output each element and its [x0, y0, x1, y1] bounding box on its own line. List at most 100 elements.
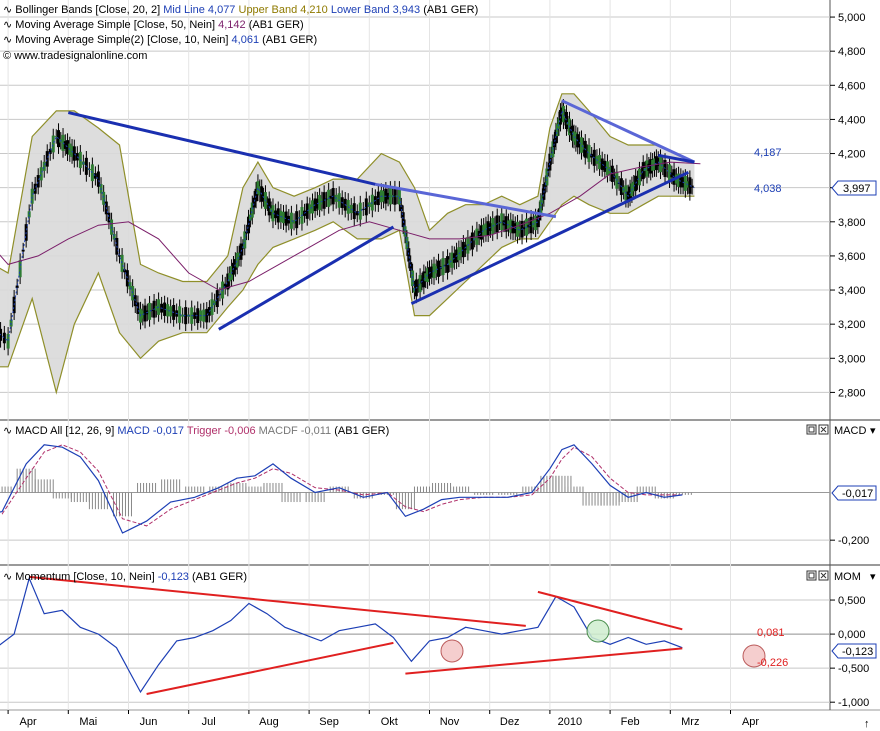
- candle-body: [352, 203, 356, 220]
- candle-body: [367, 202, 371, 208]
- macd-legend-suffix: (AB1 GER): [334, 425, 389, 437]
- chevron-down-icon[interactable]: ▾: [870, 425, 876, 437]
- candle-body: [215, 290, 219, 308]
- candle-body: [42, 161, 46, 171]
- price-upper-annotation: 4,187: [754, 147, 782, 159]
- y-tick-label: 2,800: [838, 387, 866, 399]
- macd-series: [0, 444, 830, 534]
- legend-icon: ∿: [3, 19, 12, 31]
- candle-body: [90, 164, 94, 182]
- x-tick-label: 2010: [558, 716, 582, 728]
- y-tick-label: -0,200: [838, 535, 869, 547]
- mom-maximize-button[interactable]: [806, 570, 817, 581]
- candle-body: [310, 200, 314, 214]
- y-tick-label: 3,400: [838, 285, 866, 297]
- bb-legend-suffix: (AB1 GER): [423, 4, 478, 16]
- bb-legend-mid: Mid Line 4,077: [163, 4, 235, 16]
- chevron-down-icon[interactable]: ▾: [870, 571, 876, 583]
- candle-body: [125, 270, 129, 287]
- copyright-text: © www.tradesignalonline.com: [3, 50, 147, 62]
- bb-legend-upper: Upper Band 4,210: [239, 4, 328, 16]
- candle-body: [349, 204, 353, 214]
- legend-icon: ∿: [3, 34, 12, 46]
- bb-legend: ∿ Bollinger Bands [Close, 20, 2] Mid Lin…: [3, 4, 478, 16]
- sma10-legend-prefix: Moving Average Simple(2) [Close, 10, Nei…: [15, 34, 228, 46]
- candle-body: [51, 135, 55, 153]
- bb-legend-lower: Lower Band 3,943: [331, 4, 420, 16]
- y-tick-label: 3,000: [838, 353, 866, 365]
- macd-axis-title[interactable]: MACD: [834, 425, 866, 437]
- candle-body: [131, 286, 135, 301]
- y-tick-label: 3,800: [838, 217, 866, 229]
- candle-body: [295, 211, 299, 229]
- macd-close-button[interactable]: [818, 424, 829, 435]
- candle-body: [470, 232, 474, 250]
- y-tick-label: 5,000: [838, 12, 866, 24]
- legend-icon: ∿: [3, 425, 12, 437]
- sma50-legend-prefix: Moving Average Simple [Close, 50, Nein]: [15, 19, 215, 31]
- candle-body: [120, 254, 124, 272]
- macd-legend-prefix: MACD All [12, 26, 9]: [15, 425, 114, 437]
- sma50-legend: ∿ Moving Average Simple [Close, 50, Nein…: [3, 19, 304, 31]
- macd-value-tag: -0,017: [831, 485, 877, 501]
- sma10-legend-suffix: (AB1 GER): [262, 34, 317, 46]
- momentum-marker-circle: [440, 639, 464, 663]
- candle-body: [600, 158, 604, 170]
- x-tick-label: Okt: [381, 716, 398, 728]
- candle-body: [358, 202, 362, 220]
- y-tick-label: 0,000: [838, 629, 866, 641]
- x-tick-label: Apr: [20, 716, 37, 728]
- mom-lower-annotation: -0,226: [757, 657, 788, 669]
- candle-body: [409, 262, 413, 271]
- y-tick-label: 4,200: [838, 149, 866, 161]
- x-tick-label: Feb: [621, 716, 640, 728]
- candle-body: [2, 332, 6, 344]
- candle-body: [305, 203, 309, 219]
- candle-body: [45, 151, 49, 167]
- legend-icon: ∿: [3, 4, 12, 16]
- candle-body: [205, 308, 209, 323]
- candle-body: [405, 236, 409, 250]
- macd-legend-macdf: MACDF -0,011: [259, 425, 332, 437]
- x-tick-label: Dez: [500, 716, 520, 728]
- macd-legend-trigger: Trigger -0,006: [187, 425, 256, 437]
- momentum-marker-circle: [586, 619, 610, 643]
- sma10-legend-value: 4,061: [232, 34, 260, 46]
- y-tick-label: -1,000: [838, 697, 869, 709]
- mom-legend-value: -0,123: [158, 571, 189, 583]
- mom-value-tag: -0,123: [831, 643, 877, 659]
- candle-body: [418, 275, 422, 293]
- chart-canvas: 5,0004,8004,6004,4004,2004,0003,8003,600…: [0, 0, 880, 730]
- macd-legend-macd: MACD -0,017: [117, 425, 184, 437]
- x-tick-label: Aug: [259, 716, 279, 728]
- y-tick-label: 3,600: [838, 251, 866, 263]
- y-tick-label: 0,500: [838, 595, 866, 607]
- y-tick-label: 4,400: [838, 114, 866, 126]
- macd-maximize-button[interactable]: [806, 424, 817, 435]
- sma50-legend-value: 4,142: [218, 19, 246, 31]
- x-tick-label: Apr: [742, 716, 759, 728]
- price-value-tag-text: 3,997: [843, 183, 871, 195]
- price-lower-annotation: 4,038: [754, 183, 782, 195]
- macd-trigger-line: [0, 444, 683, 527]
- candle-body: [364, 198, 368, 216]
- x-tick-label: Jul: [202, 716, 216, 728]
- mom-upper-annotation: 0,081: [757, 627, 785, 639]
- y-tick-label: -0,500: [838, 663, 869, 675]
- mom-close-button[interactable]: [818, 570, 829, 581]
- momentum-trendline: [29, 575, 526, 627]
- arrow-up-icon[interactable]: ↑: [864, 718, 870, 730]
- candle-body: [36, 175, 40, 188]
- sma10-legend: ∿ Moving Average Simple(2) [Close, 10, N…: [3, 34, 317, 46]
- candle-body: [355, 211, 359, 216]
- price-value-tag: 3,997: [831, 180, 877, 196]
- sma50-legend-suffix: (AB1 GER): [249, 19, 304, 31]
- mom-axis-title[interactable]: MOM: [834, 571, 861, 583]
- candle-body: [308, 204, 312, 214]
- x-tick-label: Jun: [140, 716, 158, 728]
- momentum-series: [0, 575, 830, 695]
- y-tick-label: 3,200: [838, 319, 866, 331]
- x-tick-label: Nov: [440, 716, 460, 728]
- candle-body: [587, 145, 591, 163]
- candle-body: [72, 146, 76, 161]
